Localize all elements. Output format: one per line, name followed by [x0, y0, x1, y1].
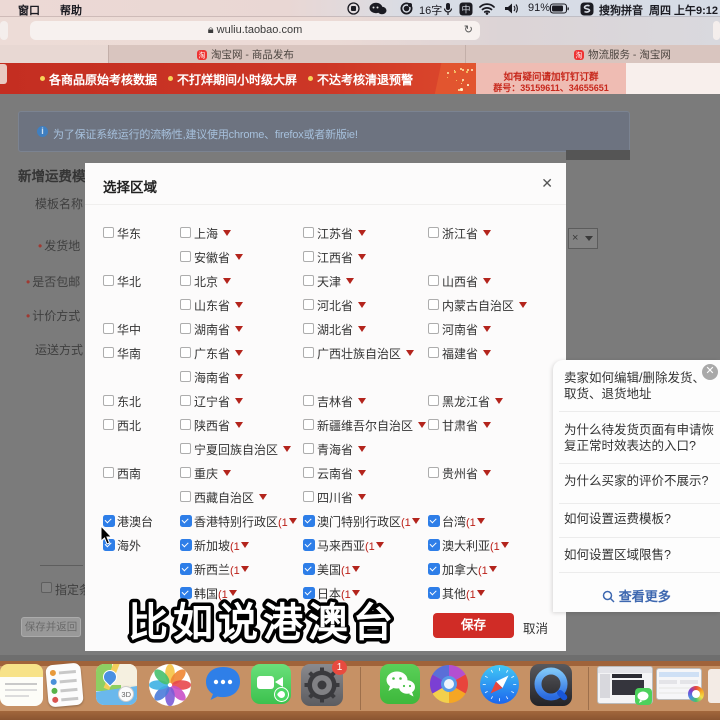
- svg-text:比如说港澳台: 比如说港澳台: [128, 601, 398, 645]
- svg-text:中: 中: [461, 4, 470, 15]
